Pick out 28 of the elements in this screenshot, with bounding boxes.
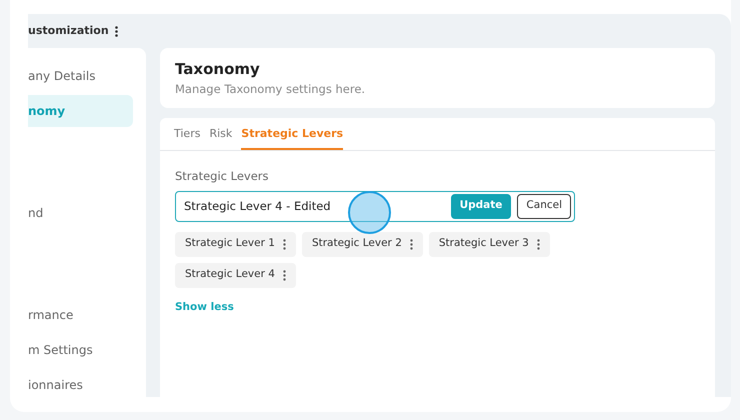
lever-chip[interactable]: Strategic Lever 4 — [175, 262, 296, 288]
sidebar-item[interactable]: any Details — [28, 60, 133, 92]
update-button[interactable]: Update — [450, 194, 512, 218]
breadcrumb-title: ustomization — [28, 22, 109, 39]
sidebar-item[interactable]: m Settings — [28, 334, 133, 366]
kebab-icon[interactable] — [282, 270, 286, 280]
click-indicator — [348, 191, 391, 234]
sidebar-item[interactable]: ionnaires — [28, 369, 133, 397]
page-title: Taxonomy — [175, 59, 261, 80]
sidebar-item[interactable]: nd — [28, 197, 133, 229]
input-field[interactable]: Strategic Lever 4 - Edited Update Cancel — [175, 190, 575, 222]
chip-label: Strategic Lever 1 — [185, 236, 275, 252]
tab[interactable]: Tiers — [174, 118, 200, 150]
kebab-icon[interactable] — [536, 238, 540, 250]
lever-chip[interactable]: Strategic Lever 3 — [428, 232, 550, 256]
chip-label: Strategic Lever 3 — [438, 236, 529, 252]
tab[interactable]: Risk — [209, 118, 232, 150]
kebab-icon[interactable] — [282, 238, 286, 250]
chip-label: Strategic Lever 2 — [312, 236, 402, 252]
lever-chip[interactable]: Strategic Lever 1 — [175, 232, 296, 256]
cancel-button[interactable]: Cancel — [517, 194, 571, 218]
field-label: Strategic Levers — [175, 168, 270, 186]
page-subtitle: Manage Taxonomy settings here. — [175, 80, 366, 98]
kebab-icon[interactable] — [114, 26, 118, 36]
chip-label: Strategic Lever 4 — [185, 267, 275, 282]
lever-chip[interactable]: Strategic Lever 2 — [302, 232, 423, 256]
sidebar-item[interactable]: rmance — [28, 299, 133, 331]
kebab-icon[interactable] — [410, 238, 413, 250]
